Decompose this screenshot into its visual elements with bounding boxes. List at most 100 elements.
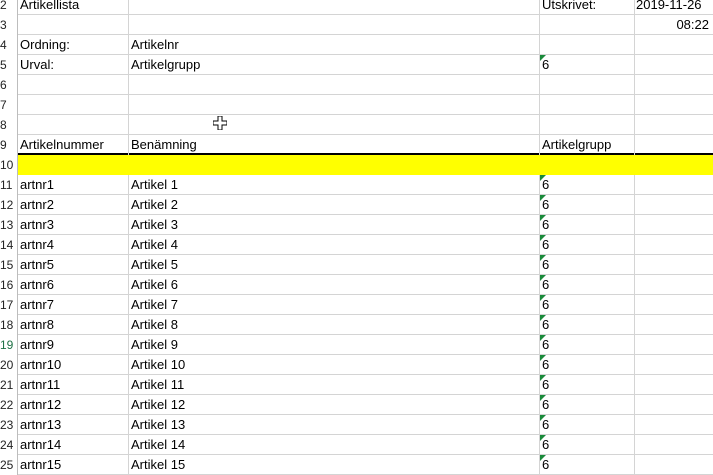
cell-a[interactable]: Artikellista xyxy=(18,0,129,15)
row-header[interactable]: 21 xyxy=(0,375,18,395)
cell-a[interactable] xyxy=(18,75,129,95)
cell-c[interactable]: 6 xyxy=(540,55,635,75)
cell-a[interactable]: artnr14 xyxy=(18,435,129,455)
cell-c[interactable]: 6 xyxy=(540,175,635,195)
cell-b[interactable] xyxy=(129,0,540,15)
cell-b[interactable]: Artikelnr xyxy=(129,35,540,55)
cell-d[interactable] xyxy=(635,315,713,335)
row-header[interactable]: 5 xyxy=(0,55,18,75)
row-header[interactable]: 23 xyxy=(0,415,18,435)
cell-c[interactable]: 6 xyxy=(540,275,635,295)
cell-d[interactable] xyxy=(635,275,713,295)
cell-b[interactable]: Artikel 8 xyxy=(129,315,540,335)
row-header[interactable]: 7 xyxy=(0,95,18,115)
cell-d[interactable] xyxy=(635,175,713,195)
cell-c[interactable]: 6 xyxy=(540,355,635,375)
cell-c[interactable]: 6 xyxy=(540,295,635,315)
row-header[interactable]: 15 xyxy=(0,255,18,275)
row-header[interactable]: 4 xyxy=(0,35,18,55)
cell-b[interactable] xyxy=(129,75,540,95)
cell-b[interactable]: Artikel 7 xyxy=(129,295,540,315)
cell-c[interactable]: 6 xyxy=(540,335,635,355)
cell-d[interactable] xyxy=(635,435,713,455)
cell-d[interactable] xyxy=(635,155,713,175)
cell-a[interactable]: artnr4 xyxy=(18,235,129,255)
row-header[interactable]: 6 xyxy=(0,75,18,95)
cell-a[interactable]: artnr13 xyxy=(18,415,129,435)
cell-d[interactable] xyxy=(635,55,713,75)
row-header[interactable]: 9 xyxy=(0,135,18,155)
cell-a[interactable] xyxy=(18,95,129,115)
cell-c[interactable] xyxy=(540,155,635,175)
cell-a[interactable] xyxy=(18,155,129,175)
cell-a[interactable]: artnr15 xyxy=(18,455,129,475)
cell-c[interactable]: 6 xyxy=(540,435,635,455)
cell-b[interactable] xyxy=(129,115,540,135)
row-header[interactable]: 16 xyxy=(0,275,18,295)
row-header[interactable]: 18 xyxy=(0,315,18,335)
cell-b[interactable]: Artikel 12 xyxy=(129,395,540,415)
cell-d[interactable] xyxy=(635,75,713,95)
row-header[interactable]: 20 xyxy=(0,355,18,375)
cell-b[interactable] xyxy=(129,155,540,175)
row-header[interactable]: 25 xyxy=(0,455,18,475)
cell-b[interactable]: Artikel 11 xyxy=(129,375,540,395)
cell-d[interactable] xyxy=(635,395,713,415)
cell-c[interactable]: 6 xyxy=(540,375,635,395)
cell-c[interactable]: 6 xyxy=(540,415,635,435)
row-header[interactable]: 11 xyxy=(0,175,18,195)
cell-c[interactable] xyxy=(540,15,635,35)
cell-d[interactable] xyxy=(635,95,713,115)
cell-a[interactable]: artnr3 xyxy=(18,215,129,235)
cell-c[interactable] xyxy=(540,95,635,115)
row-header[interactable]: 3 xyxy=(0,15,18,35)
cell-a[interactable]: Artikelnummer xyxy=(18,135,129,155)
cell-c[interactable]: 6 xyxy=(540,455,635,475)
cell-a[interactable]: artnr2 xyxy=(18,195,129,215)
cell-a[interactable]: artnr11 xyxy=(18,375,129,395)
row-header[interactable]: 19 xyxy=(0,335,18,355)
cell-b[interactable]: Artikel 10 xyxy=(129,355,540,375)
cell-d[interactable] xyxy=(635,295,713,315)
cell-b[interactable]: Artikel 15 xyxy=(129,455,540,475)
row-header[interactable]: 13 xyxy=(0,215,18,235)
cell-d[interactable] xyxy=(635,115,713,135)
cell-d[interactable] xyxy=(635,235,713,255)
cell-c[interactable] xyxy=(540,75,635,95)
cell-b[interactable] xyxy=(129,95,540,115)
cell-b[interactable] xyxy=(129,15,540,35)
cell-c[interactable]: Artikelgrupp xyxy=(540,135,635,155)
cell-b[interactable]: Artikel 5 xyxy=(129,255,540,275)
cell-a[interactable]: artnr7 xyxy=(18,295,129,315)
cell-b[interactable]: Artikel 9 xyxy=(129,335,540,355)
row-header[interactable]: 22 xyxy=(0,395,18,415)
cell-b[interactable]: Artikel 13 xyxy=(129,415,540,435)
cell-a[interactable]: artnr8 xyxy=(18,315,129,335)
cell-a[interactable]: Ordning: xyxy=(18,35,129,55)
cell-a[interactable]: Urval: xyxy=(18,55,129,75)
row-header[interactable]: 10 xyxy=(0,155,18,175)
cell-b[interactable]: Artikel 4 xyxy=(129,235,540,255)
cell-b[interactable]: Benämning xyxy=(129,135,540,155)
cell-a[interactable]: artnr10 xyxy=(18,355,129,375)
cell-a[interactable]: artnr9 xyxy=(18,335,129,355)
cell-c[interactable]: 6 xyxy=(540,215,635,235)
row-header[interactable]: 24 xyxy=(0,435,18,455)
cell-d[interactable] xyxy=(635,335,713,355)
cell-c[interactable]: 6 xyxy=(540,255,635,275)
cell-a[interactable]: artnr1 xyxy=(18,175,129,195)
cell-b[interactable]: Artikel 6 xyxy=(129,275,540,295)
cell-b[interactable]: Artikel 14 xyxy=(129,435,540,455)
cell-d[interactable] xyxy=(635,135,713,155)
cell-d[interactable]: 08:22 xyxy=(635,15,713,35)
row-header[interactable]: 2 xyxy=(0,0,18,15)
cell-d[interactable] xyxy=(635,355,713,375)
cell-a[interactable]: artnr12 xyxy=(18,395,129,415)
cell-c[interactable]: 6 xyxy=(540,195,635,215)
cell-d[interactable] xyxy=(635,195,713,215)
row-header[interactable]: 17 xyxy=(0,295,18,315)
cell-d[interactable] xyxy=(635,255,713,275)
row-header[interactable]: 8 xyxy=(0,115,18,135)
cell-c[interactable]: Utskrivet: xyxy=(540,0,635,15)
cell-a[interactable] xyxy=(18,115,129,135)
